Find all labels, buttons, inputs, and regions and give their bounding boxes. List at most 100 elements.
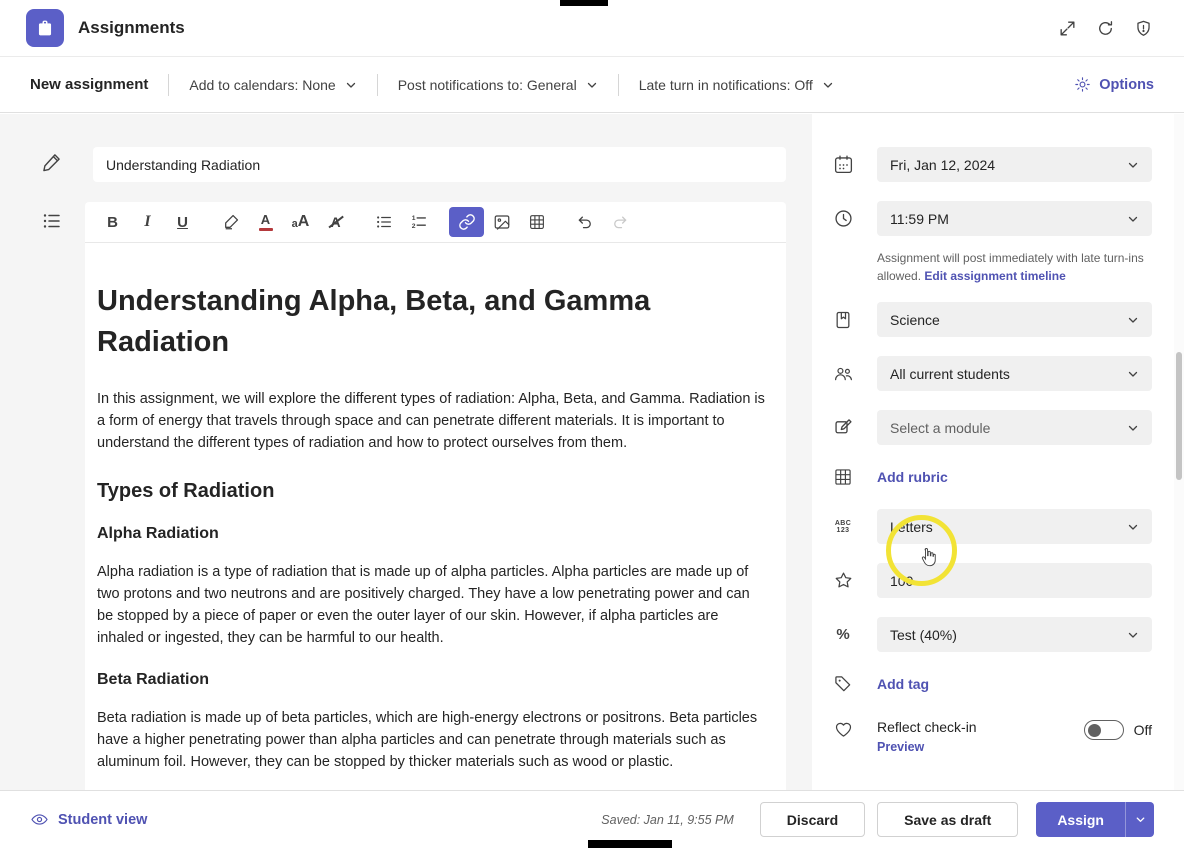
module-dropdown[interactable]: Select a module — [877, 410, 1152, 445]
undo-button[interactable] — [567, 207, 602, 237]
app-header: Assignments — [0, 0, 1184, 57]
recording-artifact — [560, 0, 608, 6]
chevron-down-icon — [586, 79, 598, 91]
expand-icon[interactable] — [1052, 13, 1082, 43]
late-turn-in-label: Late turn in notifications: Off — [639, 77, 813, 93]
shield-icon[interactable] — [1128, 13, 1158, 43]
options-button[interactable]: Options — [1074, 76, 1154, 93]
reflect-toggle-state: Off — [1134, 722, 1152, 738]
reflect-heart-icon — [830, 719, 856, 740]
timeline-note: Assignment will post immediately with la… — [877, 249, 1152, 285]
add-to-calendars-dropdown[interactable]: Add to calendars: None — [189, 77, 356, 93]
highlight-button[interactable] — [213, 207, 248, 237]
clock-icon — [830, 208, 856, 229]
discard-button[interactable]: Discard — [760, 802, 865, 837]
doc-paragraph: In this assignment, we will explore the … — [97, 388, 768, 454]
points-value: 100 — [890, 573, 913, 589]
insert-image-button[interactable] — [484, 207, 519, 237]
svg-text:1: 1 — [411, 215, 415, 222]
add-rubric-link[interactable]: Add rubric — [877, 469, 948, 485]
app-title: Assignments — [78, 18, 185, 38]
underline-button[interactable]: U — [165, 207, 200, 237]
points-star-icon — [830, 570, 856, 591]
undo-icon — [576, 213, 594, 231]
font-size-button[interactable]: aA — [283, 207, 318, 237]
edit-title-icon — [42, 152, 62, 172]
chevron-down-icon — [1127, 368, 1139, 380]
points-field[interactable]: 100 — [877, 563, 1152, 598]
divider — [168, 74, 169, 96]
outline-list-icon[interactable] — [42, 211, 62, 231]
due-time-value: 11:59 PM — [890, 211, 949, 227]
assignments-app-icon — [26, 9, 64, 47]
grade-category-dropdown[interactable]: Test (40%) — [877, 617, 1152, 652]
font-color-button[interactable]: A — [248, 207, 283, 237]
edit-timeline-link[interactable]: Edit assignment timeline — [924, 269, 1065, 283]
new-assignment-label: New assignment — [30, 76, 148, 93]
editor-area: B I U A aA — [0, 114, 812, 790]
due-date-value: Fri, Jan 12, 2024 — [890, 157, 995, 173]
numbered-list-button[interactable]: 12 — [401, 207, 436, 237]
redo-icon — [611, 213, 629, 231]
save-as-draft-button[interactable]: Save as draft — [877, 802, 1018, 837]
late-turn-in-dropdown[interactable]: Late turn in notifications: Off — [639, 77, 834, 93]
recording-artifact — [588, 840, 672, 848]
module-placeholder: Select a module — [890, 420, 990, 436]
grade-category-value: Test (40%) — [890, 627, 957, 643]
bold-button[interactable]: B — [95, 207, 130, 237]
numbered-list-icon: 12 — [410, 213, 428, 231]
student-view-label: Student view — [58, 812, 147, 828]
saved-timestamp: Saved: Jan 11, 9:55 PM — [601, 813, 734, 827]
assignment-instructions-editor[interactable]: Understanding Alpha, Beta, and Gamma Rad… — [85, 243, 786, 790]
grading-scheme-icon: ABC123 — [830, 520, 856, 534]
student-view-button[interactable]: Student view — [30, 810, 147, 829]
chevron-down-icon — [1127, 213, 1139, 225]
add-to-calendars-label: Add to calendars: None — [189, 77, 335, 93]
svg-text:2: 2 — [411, 223, 415, 230]
assign-button[interactable]: Assign — [1036, 802, 1125, 837]
due-time-dropdown[interactable]: 11:59 PM — [877, 201, 1152, 236]
scrollbar-thumb[interactable] — [1176, 352, 1182, 480]
chevron-down-icon — [1127, 629, 1139, 641]
insert-table-button[interactable] — [519, 207, 554, 237]
redo-button[interactable] — [602, 207, 637, 237]
assignment-title-input[interactable] — [93, 147, 786, 182]
main-content: B I U A aA — [0, 114, 1184, 790]
post-notifications-label: Post notifications to: General — [398, 77, 577, 93]
due-date-dropdown[interactable]: Fri, Jan 12, 2024 — [877, 147, 1152, 182]
doc-heading-3-beta: Beta Radiation — [97, 671, 768, 689]
add-tag-link[interactable]: Add tag — [877, 676, 929, 692]
italic-button[interactable]: I — [130, 207, 165, 237]
font-color-icon: A — [259, 213, 273, 231]
chevron-down-icon — [1127, 521, 1139, 533]
doc-heading-3-alpha: Alpha Radiation — [97, 525, 768, 543]
students-icon — [830, 363, 856, 384]
assign-to-dropdown[interactable]: All current students — [877, 356, 1152, 391]
chevron-down-icon — [1127, 314, 1139, 326]
reflect-toggle[interactable] — [1084, 720, 1124, 740]
clear-formatting-button[interactable]: A — [318, 207, 353, 237]
grading-scheme-dropdown[interactable]: Letters — [877, 509, 1152, 544]
assign-to-value: All current students — [890, 366, 1010, 382]
insert-link-button[interactable] — [449, 207, 484, 237]
font-size-icon: aA — [292, 214, 310, 230]
options-label: Options — [1099, 77, 1154, 93]
refresh-icon[interactable] — [1090, 13, 1120, 43]
clear-formatting-icon: A — [330, 214, 340, 230]
bullet-list-icon — [375, 213, 393, 231]
command-bar: New assignment Add to calendars: None Po… — [0, 57, 1184, 113]
assign-dropdown-chevron[interactable] — [1125, 802, 1154, 837]
eye-icon — [30, 810, 49, 829]
class-dropdown[interactable]: Science — [877, 302, 1152, 337]
table-icon — [528, 213, 546, 231]
assign-split-button: Assign — [1036, 802, 1154, 837]
reflect-preview-link[interactable]: Preview — [877, 740, 977, 754]
chevron-down-icon — [1127, 159, 1139, 171]
gear-icon — [1074, 76, 1091, 93]
bullet-list-button[interactable] — [366, 207, 401, 237]
post-notifications-dropdown[interactable]: Post notifications to: General — [398, 77, 598, 93]
rubric-grid-icon — [830, 467, 856, 487]
grade-category-icon: % — [830, 626, 856, 643]
image-icon — [493, 213, 511, 231]
chevron-down-icon — [822, 79, 834, 91]
